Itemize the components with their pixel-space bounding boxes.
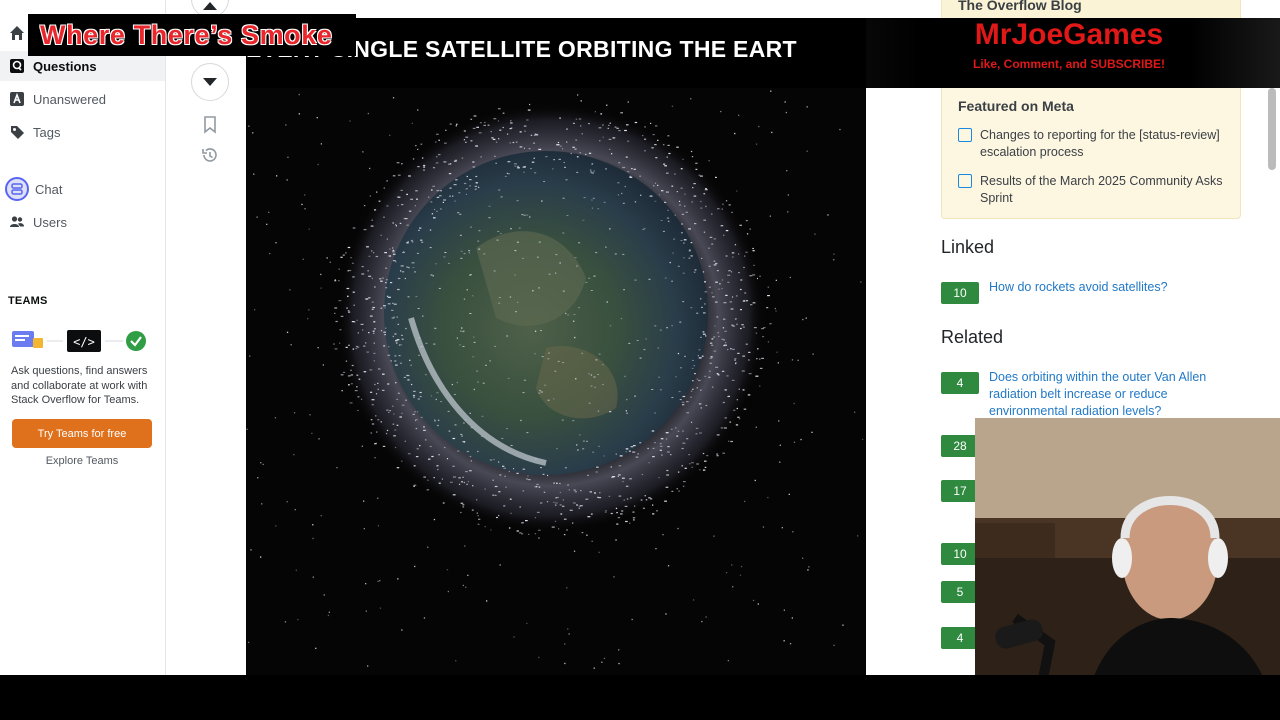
sidebar-item-users[interactable]: Users [0,207,165,237]
meta-post-icon [958,174,972,188]
score-badge: 17 [941,480,979,502]
score-badge: 4 [941,372,979,394]
sidebar-item-tags[interactable]: Tags [0,117,165,147]
left-sidebar: Questions Unanswered Tags Chat Users TEA… [0,0,166,675]
score-badge: 5 [941,581,979,603]
score-badge: 28 [941,435,979,457]
teams-heading: TEAMS [8,295,48,307]
questions-icon [9,58,25,74]
scrollbar-thumb[interactable] [1268,88,1276,170]
channel-name: MrJoeGames [974,18,1164,51]
bottom-black-bar [0,675,1280,720]
users-icon [9,214,25,230]
earth-satellites-image [246,90,864,669]
arrow-up-icon [203,2,217,10]
history-icon [202,148,217,162]
chat-icon [5,177,29,201]
overflow-blog-title: The Overflow Blog [958,0,1082,13]
featured-meta-item[interactable]: Changes to reporting for the [status-rev… [958,127,1228,161]
vote-column [166,0,246,675]
tag-icon [9,124,25,140]
score-badge: 10 [941,282,979,304]
sidebar-item-chat[interactable]: Chat [0,174,165,204]
score-badge: 10 [941,543,979,565]
bookmark-icon [204,116,216,134]
teams-illustration: </> [12,330,146,352]
sidebar-item-label: Chat [35,181,63,197]
explore-teams-link[interactable]: Explore Teams [12,455,152,467]
sidebar-item-label: Tags [33,124,61,140]
try-teams-button[interactable]: Try Teams for free [12,419,152,448]
related-question-link[interactable]: Does orbiting within the outer Van Allen… [989,369,1229,420]
satellite-video[interactable] [246,18,866,675]
featured-meta-item[interactable]: Results of the March 2025 Community Asks… [958,173,1228,207]
channel-tagline: Like, Comment, and SUBSCRIBE! [972,57,1166,71]
history-button[interactable] [200,146,218,169]
featured-meta-title: Featured on Meta [958,98,1074,114]
unanswered-icon [9,91,25,107]
bookmark-button[interactable] [202,116,218,139]
home-icon [9,25,25,41]
meta-post-icon [958,128,972,142]
sidebar-item-label: Questions [33,58,97,74]
teams-description: Ask questions, find answers and collabor… [11,365,148,406]
sidebar-item-label: Unanswered [33,91,106,107]
linked-heading: Linked [941,237,995,257]
related-heading: Related [941,327,1004,347]
arrow-down-icon [203,78,217,86]
downvote-button[interactable] [191,63,229,101]
score-badge: 4 [941,627,979,649]
show-title-overlay: Where There’s Smoke [28,14,356,56]
sidebar-item-unanswered[interactable]: Unanswered [0,84,165,114]
sidebar-item-label: Users [33,214,67,230]
linked-question-link[interactable]: How do rockets avoid satellites? [989,279,1229,296]
svg-text:</>: </> [73,335,95,349]
